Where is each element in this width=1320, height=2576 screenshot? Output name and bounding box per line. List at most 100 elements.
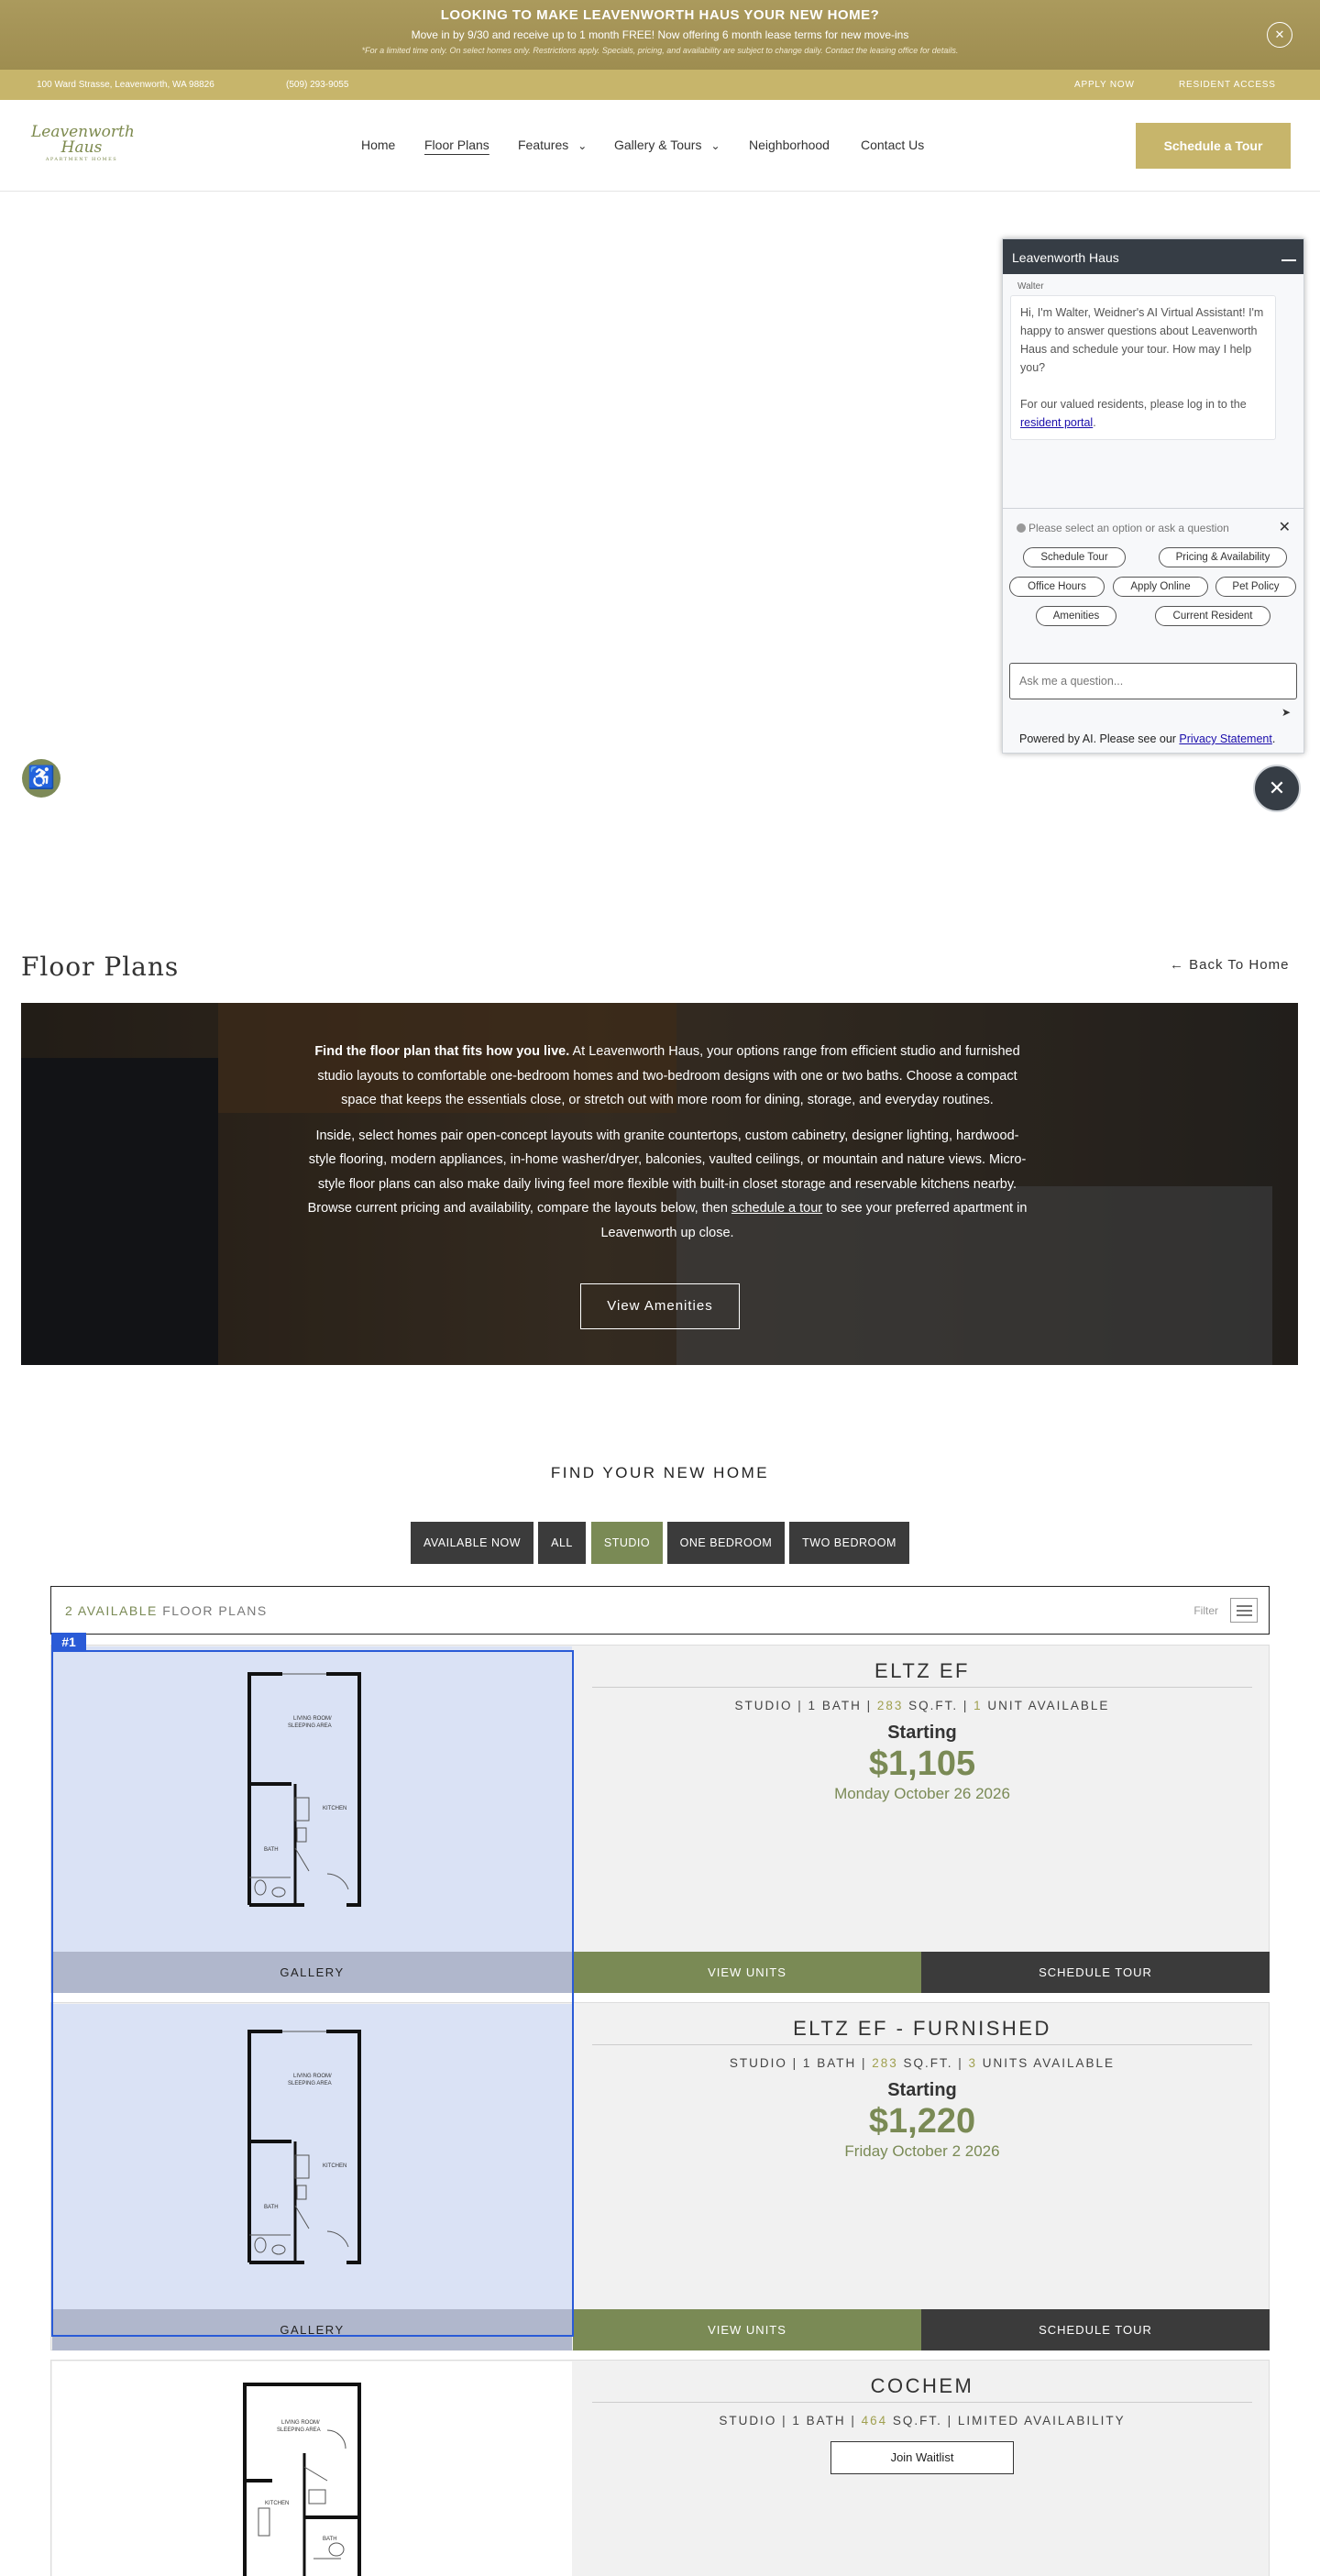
plan-label: SLEEPING AREA <box>277 2427 321 2433</box>
view-amenities-button[interactable]: View Amenities <box>580 1283 740 1329</box>
promo-fine-print: *For a limited time only. On select home… <box>361 46 959 55</box>
info-bar: 100 Ward Strasse, Leavenworth, WA 98826 … <box>0 70 1320 100</box>
nav-floor-plans[interactable]: Floor Plans <box>424 138 490 152</box>
results-count-number: 2 AVAILABLE <box>65 1603 158 1618</box>
plan-details-text: SQ.FT. | <box>897 2056 969 2070</box>
schedule-tour-button[interactable]: SCHEDULE TOUR <box>921 1952 1270 1993</box>
help-icon <box>1017 523 1026 533</box>
plan-sqft: 464 <box>861 2414 888 2427</box>
minimize-icon[interactable] <box>1282 259 1296 261</box>
nav-home[interactable]: Home <box>361 138 395 152</box>
chat-message-text: . <box>1093 416 1096 429</box>
chevron-down-icon: ⌄ <box>710 139 720 152</box>
privacy-statement-link[interactable]: Privacy Statement <box>1179 732 1271 745</box>
starting-label: Starting <box>887 2080 957 2100</box>
plan-sqft: 283 <box>876 1699 904 1712</box>
hero-text: Find the floor plan that fits how you li… <box>305 1040 1029 1256</box>
filter-all[interactable]: ALL <box>538 1522 586 1564</box>
plan-details-text: UNITS AVAILABLE <box>977 2056 1116 2070</box>
chat-prompt: Please select an option or ask a questio… <box>1017 522 1229 534</box>
results-count-label: FLOOR PLANS <box>162 1603 268 1618</box>
hero-paragraph: Find the floor plan that fits how you li… <box>305 1040 1029 1113</box>
chat-option-current-resident[interactable]: Current Resident <box>1155 606 1270 626</box>
plan-name: ELTZ EF - FURNISHED <box>793 2017 1051 2040</box>
plan-details-text: SQ.FT. | LIMITED AVAILABILITY <box>887 2414 1126 2427</box>
plan-label: BATH <box>323 2537 337 2542</box>
floor-plan-card: LIVING ROOM/ SLEEPING AREA KITCHEN BATH … <box>50 2360 1270 2576</box>
logo[interactable]: Leavenworth Haus APARTMENT HOMES <box>31 125 135 167</box>
view-units-button[interactable]: VIEW UNITS <box>573 1952 921 1993</box>
chat-option-amenities[interactable]: Amenities <box>1036 606 1116 626</box>
close-icon[interactable]: ✕ <box>1267 22 1292 48</box>
filter-label: Filter <box>1194 1604 1218 1617</box>
chat-prompt-text: Please select an option or ask a questio… <box>1028 522 1229 534</box>
plan-price: $1,105 <box>868 1745 976 1783</box>
plan-price: $1,220 <box>868 2102 976 2141</box>
plan-details-text: STUDIO | 1 BATH | <box>734 1699 877 1712</box>
schedule-tour-link[interactable]: schedule a tour <box>732 1201 822 1216</box>
send-icon[interactable]: ➤ <box>1282 706 1291 719</box>
address-link[interactable]: 100 Ward Strasse, Leavenworth, WA 98826 <box>37 80 214 90</box>
available-date: Friday October 2 2026 <box>844 2142 1000 2160</box>
chat-messages: Walter Hi, I'm Walter, Weidner's AI Virt… <box>1003 274 1304 509</box>
chat-option-pricing[interactable]: Pricing & Availability <box>1159 547 1287 567</box>
divider <box>592 2402 1252 2403</box>
chevron-down-icon: ⌄ <box>578 139 588 152</box>
phone-link[interactable]: (509) 293-9055 <box>286 80 348 90</box>
plan-details: STUDIO | 1 BATH | 283 SQ.FT. | 3 UNITS A… <box>574 2056 1270 2070</box>
nav-contact-us[interactable]: Contact Us <box>861 138 924 152</box>
back-to-home-link[interactable]: ← Back To Home <box>1170 957 1289 973</box>
available-date: Monday October 26 2026 <box>834 1785 1010 1802</box>
nav-gallery-tours[interactable]: Gallery & Tours ⌄ <box>614 138 720 152</box>
results-count: 2 AVAILABLE FLOOR PLANS <box>65 1603 268 1618</box>
floor-plan-drawing: LIVING ROOM/ SLEEPING AREA KITCHEN BATH <box>243 2383 361 2576</box>
filter-menu-icon[interactable] <box>1230 1598 1258 1623</box>
filter-two-bedroom[interactable]: TWO BEDROOM <box>789 1522 909 1564</box>
filter-available-now[interactable]: AVAILABLE NOW <box>411 1522 534 1564</box>
hero-paragraph: Inside, select homes pair open-concept l… <box>305 1124 1029 1246</box>
close-icon[interactable]: ✕ <box>1279 518 1291 536</box>
divider <box>592 2044 1252 2045</box>
schedule-tour-button[interactable]: Schedule a Tour <box>1136 123 1291 169</box>
plan-units: 1 <box>974 1699 983 1712</box>
filter-studio[interactable]: STUDIO <box>591 1522 663 1564</box>
chat-message: Hi, I'm Walter, Weidner's AI Virtual Ass… <box>1010 295 1276 440</box>
chat-footer-text: . <box>1271 732 1276 745</box>
join-waitlist-button[interactable]: Join Waitlist <box>830 2441 1014 2474</box>
floor-plan-image[interactable]: LIVING ROOM/ SLEEPING AREA KITCHEN BATH <box>52 2361 572 2576</box>
chat-message-text: Hi, I'm Walter, Weidner's AI Virtual Ass… <box>1020 306 1264 374</box>
resident-portal-link[interactable]: resident portal <box>1020 416 1093 429</box>
nav-features[interactable]: Features ⌄ <box>518 138 587 152</box>
plan-details: STUDIO | 1 BATH | 283 SQ.FT. | 1 UNIT AV… <box>574 1699 1270 1712</box>
nav-gallery-tours-label: Gallery & Tours <box>614 138 702 152</box>
chat-options: Please select an option or ask a questio… <box>1003 509 1304 646</box>
accessibility-icon[interactable]: ♿ <box>22 759 60 798</box>
section-title: FIND YOUR NEW HOME <box>550 1464 770 1481</box>
chat-option-pet-policy[interactable]: Pet Policy <box>1216 577 1296 597</box>
chat-option-apply-online[interactable]: Apply Online <box>1113 577 1208 597</box>
plan-units: 3 <box>968 2056 978 2070</box>
promo-title: LOOKING TO MAKE LEAVENWORTH HAUS YOUR NE… <box>440 7 880 23</box>
plan-details-text: STUDIO | 1 BATH | <box>729 2056 873 2070</box>
selection-tag: #1 <box>51 1633 86 1651</box>
promo-banner: LOOKING TO MAKE LEAVENWORTH HAUS YOUR NE… <box>0 0 1320 70</box>
view-units-button[interactable]: VIEW UNITS <box>573 2309 921 2350</box>
plan-details-text: UNIT AVAILABLE <box>982 1699 1110 1712</box>
nav-neighborhood[interactable]: Neighborhood <box>749 138 830 152</box>
results-bar: 2 AVAILABLE FLOOR PLANS Filter <box>50 1586 1270 1635</box>
chat-footer-text: Powered by AI. Please see our <box>1019 732 1180 745</box>
resident-access-link[interactable]: RESIDENT ACCESS <box>1179 80 1276 90</box>
filter-one-bedroom[interactable]: ONE BEDROOM <box>667 1522 785 1564</box>
chat-author: Walter <box>1018 281 1044 292</box>
chat-close-button[interactable]: ✕ <box>1253 765 1301 812</box>
schedule-tour-button[interactable]: SCHEDULE TOUR <box>921 2309 1270 2350</box>
plan-name: COCHEM <box>870 2374 974 2397</box>
chat-option-schedule-tour[interactable]: Schedule Tour <box>1023 547 1126 567</box>
plan-sqft: 283 <box>872 2056 898 2070</box>
chat-option-office-hours[interactable]: Office Hours <box>1009 577 1105 597</box>
promo-text: Move in by 9/30 and receive up to 1 mont… <box>411 28 909 41</box>
logo-line: Haus <box>60 138 103 157</box>
chat-input[interactable]: Ask me a question... <box>1009 663 1297 699</box>
apply-now-link[interactable]: APPLY NOW <box>1074 80 1135 90</box>
plan-details-text: STUDIO | 1 BATH | <box>719 2414 862 2427</box>
